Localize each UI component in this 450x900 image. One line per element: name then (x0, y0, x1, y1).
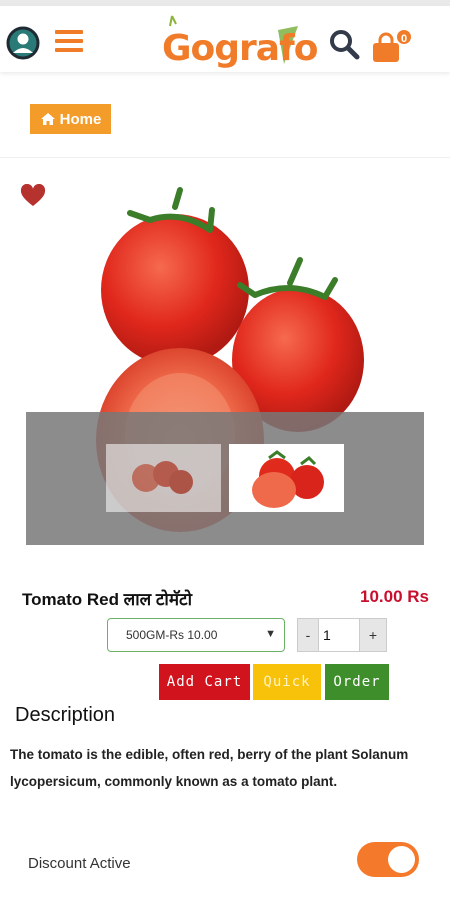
home-icon (40, 113, 55, 125)
logo[interactable]: Gografo (160, 12, 318, 74)
discount-label: Discount Active (28, 855, 131, 872)
logo-text: Gografo (162, 28, 318, 69)
account-icon (6, 26, 40, 60)
account-button[interactable] (6, 26, 40, 60)
breadcrumb: Home (0, 78, 450, 158)
order-button[interactable]: Order (325, 664, 389, 700)
heart-icon (20, 183, 46, 206)
home-breadcrumb-button[interactable]: Home (30, 104, 111, 134)
home-label: Home (59, 110, 102, 128)
description-text: The tomato is the edible, often red, ber… (10, 747, 409, 789)
search-icon (330, 30, 360, 60)
caret-down-icon: ▼ (265, 628, 276, 640)
discount-toggle[interactable] (357, 842, 419, 877)
toggle-knob (388, 846, 415, 873)
qty-increase-button[interactable]: + (359, 618, 387, 652)
qty-decrease-button[interactable]: - (297, 618, 319, 652)
thumbnail-strip (26, 412, 424, 545)
thumbnail-2[interactable] (229, 444, 344, 512)
cart-button[interactable]: 0 (370, 28, 418, 62)
thumbnail-1[interactable] (106, 444, 221, 512)
qty-input[interactable]: 1 (319, 618, 359, 652)
menu-icon[interactable] (55, 30, 83, 56)
cart-count-badge: 0 (395, 28, 413, 46)
quick-button[interactable]: Quick (253, 664, 321, 700)
product-price: 10.00 Rs (360, 587, 429, 606)
description-title: Description (15, 704, 116, 726)
app-header: Gografo 0 (0, 6, 450, 72)
add-cart-button[interactable]: Add Cart (159, 664, 250, 700)
variant-selected-value: 500GM-Rs 10.00 (126, 628, 218, 642)
product-name: Tomato Red लाल टोमॅटो (22, 590, 192, 609)
search-button[interactable] (328, 28, 360, 60)
variant-select[interactable]: 500GM-Rs 10.00 ▼ (107, 618, 285, 652)
wishlist-button[interactable] (20, 183, 46, 208)
quantity-stepper: - 1 + (297, 618, 387, 652)
